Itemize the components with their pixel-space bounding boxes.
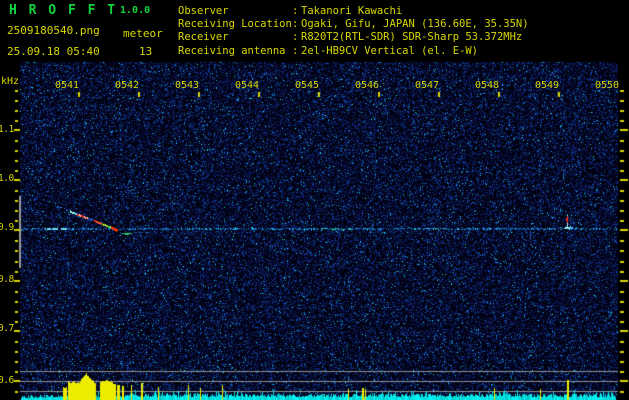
station-info-row: Observer: Takanori Kawachi <box>178 5 529 18</box>
x-tick-label-4: 0545 <box>294 80 320 91</box>
x-tick-label-7: 0548 <box>474 80 500 91</box>
x-tick-label-9: 0550 <box>594 80 620 91</box>
y-tick-label-0: 1.1 <box>0 124 14 135</box>
info-label: Observer <box>178 5 229 17</box>
y-tick-label-5: 0.6 <box>0 375 14 386</box>
station-info-row: Receiver: R820T2(RTL-SDR) SDR-Sharp 53.37… <box>178 31 529 44</box>
y-tick-label-2: 0.9 <box>0 222 14 233</box>
station-info-row: Receiving Location: Ogaki, Gifu, JAPAN (1… <box>178 18 529 31</box>
info-separator: : <box>292 5 299 17</box>
info-value: Ogaki, Gifu, JAPAN (136.60E, 35.35N) <box>301 18 529 31</box>
info-value: R820T2(RTL-SDR) SDR-Sharp 53.372MHz <box>301 31 523 44</box>
info-separator: : <box>292 31 299 44</box>
station-info-block: Observer: Takanori Kawachi Receiving Locat… <box>178 5 529 58</box>
x-tick-label-8: 0549 <box>534 80 560 91</box>
x-tick-label-6: 0547 <box>414 80 440 91</box>
station-info-row: Receiving antenna:2el-HB9CV Vertical (el… <box>178 45 529 58</box>
info-label: Receiver <box>178 31 229 44</box>
info-value: 2el-HB9CV Vertical (el. E-W) <box>301 44 479 57</box>
x-tick-label-1: 0542 <box>114 80 140 91</box>
app-version: 1.0.0 <box>120 5 151 16</box>
echo-count: 13 <box>139 45 153 58</box>
observation-mode: meteor <box>123 27 163 40</box>
output-filename: 2509180540.png <box>7 24 100 37</box>
y-tick-label-4: 0.7 <box>0 323 14 334</box>
x-tick-label-0: 0541 <box>54 80 80 91</box>
info-separator: : <box>292 18 299 31</box>
spectrogram-canvas <box>0 0 629 400</box>
y-tick-label-1: 1.0 <box>0 173 14 184</box>
x-tick-label-2: 0543 <box>174 80 200 91</box>
app-title: H R O F F T <box>9 3 118 18</box>
info-value: Takanori Kawachi <box>301 5 403 17</box>
y-axis-unit-label: kHz <box>1 76 20 87</box>
y-tick-label-3: 0.8 <box>0 274 14 285</box>
info-separator: : <box>292 44 299 57</box>
x-tick-label-5: 0546 <box>354 80 380 91</box>
x-tick-label-3: 0544 <box>234 80 260 91</box>
info-label: Receiving Location <box>178 18 292 31</box>
hrofft-screenshot: H R O F F T 1.0.0 2509180540.png meteor … <box>0 0 629 400</box>
info-label: Receiving antenna <box>178 44 286 57</box>
observation-datetime: 25.09.18 05:40 <box>7 45 100 58</box>
